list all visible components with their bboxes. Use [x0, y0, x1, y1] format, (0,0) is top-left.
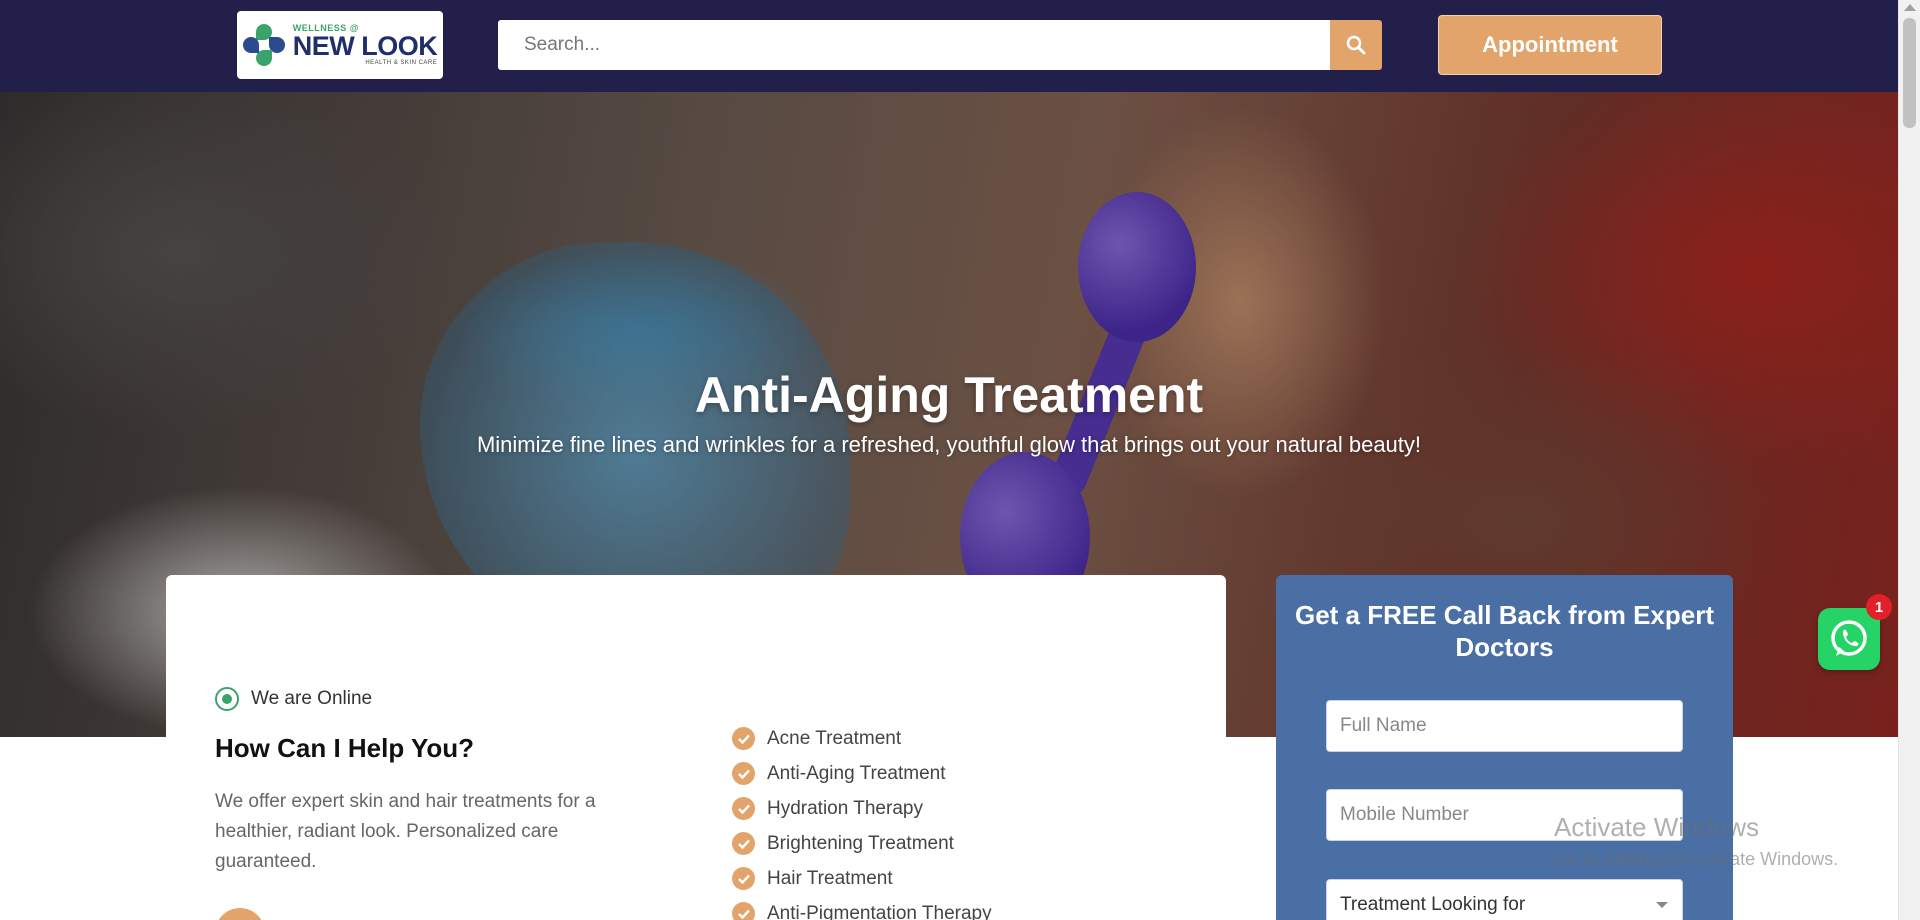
treatment-label: Hair Treatment: [767, 867, 893, 889]
online-dot-icon: [215, 687, 239, 711]
search-button[interactable]: [1330, 20, 1382, 70]
whatsapp-icon: [1831, 620, 1867, 656]
logo-wordmark: WELLNESS @ NEW LOOK HEALTH & SKIN CARE: [292, 24, 438, 67]
check-circle-icon: [732, 797, 755, 820]
site-logo[interactable]: WELLNESS @ NEW LOOK HEALTH & SKIN CARE: [237, 11, 443, 79]
treatment-list: Acne Treatment Anti-Aging Treatment Hydr…: [732, 721, 992, 920]
online-status: We are Online: [215, 687, 372, 711]
treatment-select[interactable]: Treatment Looking for: [1326, 879, 1683, 920]
notification-badge: 1: [1866, 594, 1892, 620]
check-circle-icon: [732, 867, 755, 890]
logo-brand-name: NEW LOOK: [292, 31, 438, 61]
check-circle-icon: [732, 727, 755, 750]
help-card: We are Online How Can I Help You? We off…: [166, 575, 1226, 920]
scrollbar-thumb[interactable]: [1903, 18, 1916, 128]
treatment-item[interactable]: Hydration Therapy: [732, 791, 992, 826]
scroll-up-icon[interactable]: [1904, 4, 1916, 11]
appointment-button[interactable]: Appointment: [1438, 15, 1662, 75]
watermark-title: Activate Windows: [1554, 812, 1760, 842]
watermark-subtitle: Go to Settings to activate Windows.: [1554, 849, 1839, 869]
check-circle-icon: [732, 902, 755, 920]
treatment-item[interactable]: Hair Treatment: [732, 861, 992, 896]
chevron-down-icon: [1656, 902, 1668, 908]
logo-subtitle: HEALTH & SKIN CARE: [365, 60, 438, 66]
treatment-item[interactable]: Anti-Pigmentation Therapy: [732, 896, 992, 920]
check-circle-icon: [732, 832, 755, 855]
full-name-field[interactable]: Full Name: [1326, 700, 1683, 752]
treatment-label: Brightening Treatment: [767, 832, 954, 854]
help-avatar: [215, 908, 265, 920]
treatment-select-value: Treatment Looking for: [1340, 894, 1526, 915]
online-status-label: We are Online: [251, 688, 373, 709]
search-input[interactable]: [498, 20, 1330, 70]
treatment-item[interactable]: Anti-Aging Treatment: [732, 756, 992, 791]
treatment-label: Acne Treatment: [767, 727, 902, 749]
hero-title: Anti-Aging Treatment: [694, 367, 1204, 423]
treatment-item[interactable]: Acne Treatment: [732, 721, 992, 756]
hero-subtitle: Minimize fine lines and wrinkles for a r…: [476, 432, 1422, 457]
callback-title: Get a FREE Call Back from Expert Doctors: [1294, 600, 1715, 662]
treatment-label: Anti-Pigmentation Therapy: [767, 902, 992, 920]
treatment-item[interactable]: Brightening Treatment: [732, 826, 992, 861]
page-scrollbar[interactable]: [1898, 0, 1920, 920]
search-icon: [1346, 35, 1366, 55]
treatment-label: Anti-Aging Treatment: [767, 762, 946, 784]
check-circle-icon: [732, 762, 755, 785]
treatment-label: Hydration Therapy: [767, 797, 923, 819]
search-bar: [498, 20, 1382, 70]
help-title: How Can I Help You?: [215, 733, 475, 763]
logo-mark-icon: [242, 24, 285, 66]
help-description: We offer expert skin and hair treatments…: [215, 791, 596, 872]
site-header: WELLNESS @ NEW LOOK HEALTH & SKIN CARE A…: [0, 0, 1898, 92]
activate-windows-watermark: Activate Windows Go to Settings to activ…: [1554, 812, 1838, 870]
